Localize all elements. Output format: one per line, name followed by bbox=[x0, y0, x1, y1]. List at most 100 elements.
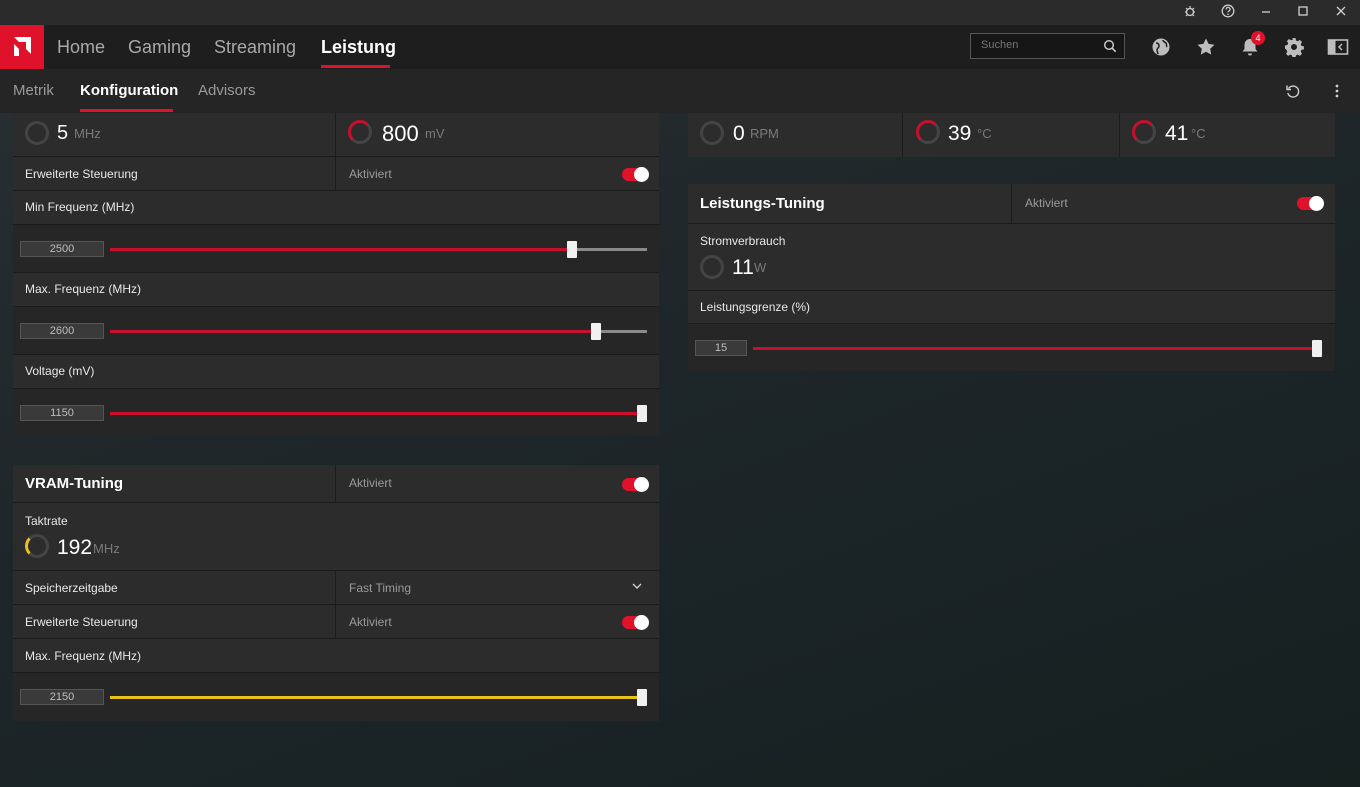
globe-icon[interactable] bbox=[1151, 37, 1173, 59]
help-icon[interactable] bbox=[1219, 4, 1237, 22]
slider-fill bbox=[110, 412, 647, 415]
slider-fill bbox=[753, 347, 1322, 350]
vram-clock-label: Taktrate bbox=[25, 514, 68, 528]
tab-home[interactable]: Home bbox=[57, 37, 105, 58]
advanced-control-row: Erweiterte Steuerung Aktiviert bbox=[13, 157, 659, 191]
vram-max-frequency-input[interactable]: 2150 bbox=[20, 689, 104, 705]
clock-unit: MHz bbox=[74, 126, 101, 141]
divider bbox=[335, 465, 336, 503]
tab-konfiguration[interactable]: Konfiguration bbox=[80, 82, 178, 99]
power-toggle[interactable] bbox=[1297, 196, 1324, 211]
vram-max-frequency-slider[interactable] bbox=[110, 689, 647, 706]
tab-leistung[interactable]: Leistung bbox=[321, 37, 396, 58]
chevron-down-icon[interactable] bbox=[631, 580, 643, 595]
tab-gaming[interactable]: Gaming bbox=[128, 37, 191, 58]
voltage-label-row: Voltage (mV) bbox=[13, 355, 659, 389]
memory-timing-row: Speicherzeitgabe Fast Timing bbox=[13, 571, 659, 605]
title-bar bbox=[0, 0, 1360, 25]
advanced-control-label: Erweiterte Steuerung bbox=[25, 167, 138, 181]
tab-streaming[interactable]: Streaming bbox=[214, 37, 296, 58]
maximize-icon[interactable] bbox=[1294, 4, 1312, 22]
toggle-knob bbox=[634, 615, 649, 630]
divider bbox=[1011, 184, 1012, 224]
min-frequency-input[interactable]: 2500 bbox=[20, 241, 104, 257]
power-consumption-value: 11 bbox=[732, 256, 754, 279]
tab-metrik[interactable]: Metrik bbox=[13, 82, 54, 99]
active-tab-indicator bbox=[321, 65, 390, 68]
slider-thumb[interactable] bbox=[1312, 340, 1322, 357]
voltage-slider-row: 1150 bbox=[13, 389, 659, 436]
power-tuning-panel: Leistungs-Tuning Aktiviert Stromverbrauc… bbox=[688, 184, 1335, 371]
reset-icon[interactable] bbox=[1285, 83, 1301, 104]
divider bbox=[335, 157, 336, 191]
voltage-gauge bbox=[348, 120, 372, 144]
slider-thumb[interactable] bbox=[637, 405, 647, 422]
top-nav: Home Gaming Streaming Leistung 4 bbox=[0, 25, 1360, 69]
power-consumption-label: Stromverbrauch bbox=[700, 234, 786, 248]
fan-rpm-value: 0 bbox=[733, 122, 745, 145]
power-limit-slider[interactable] bbox=[753, 340, 1322, 357]
vram-advanced-control-label: Erweiterte Steuerung bbox=[25, 615, 138, 629]
amd-logo[interactable] bbox=[0, 25, 44, 69]
tab-advisors[interactable]: Advisors bbox=[198, 82, 256, 99]
search-box[interactable] bbox=[970, 33, 1125, 59]
advanced-control-toggle[interactable] bbox=[622, 167, 649, 182]
min-frequency-label-row: Min Frequenz (MHz) bbox=[13, 191, 659, 225]
hotspot-gauge bbox=[1132, 120, 1156, 144]
toggle-knob bbox=[1309, 196, 1324, 211]
voltage-input[interactable]: 1150 bbox=[20, 405, 104, 421]
slider-fill bbox=[110, 696, 647, 699]
sub-nav: Metrik Konfiguration Advisors bbox=[0, 69, 1360, 113]
gear-icon[interactable] bbox=[1284, 37, 1306, 59]
vram-tuning-panel: VRAM-Tuning Aktiviert Taktrate 192 MHz S… bbox=[13, 465, 659, 721]
max-frequency-label: Max. Frequenz (MHz) bbox=[25, 282, 142, 296]
vram-clock-row: Taktrate 192 MHz bbox=[13, 503, 659, 571]
vram-advanced-control-row: Erweiterte Steuerung Aktiviert bbox=[13, 605, 659, 639]
max-frequency-input[interactable]: 2600 bbox=[20, 323, 104, 339]
voltage-label: Voltage (mV) bbox=[25, 364, 95, 378]
fan-gauge bbox=[700, 121, 724, 145]
min-frequency-slider[interactable] bbox=[110, 241, 647, 258]
divider bbox=[335, 113, 336, 157]
active-subtab-indicator bbox=[80, 109, 173, 112]
max-frequency-slider[interactable] bbox=[110, 323, 647, 340]
temperature-value: 39 bbox=[948, 122, 972, 145]
advanced-control-state: Aktiviert bbox=[349, 167, 392, 181]
voltage-unit: mV bbox=[425, 126, 445, 141]
slider-thumb[interactable] bbox=[567, 241, 577, 258]
max-frequency-slider-row: 2600 bbox=[13, 307, 659, 355]
divider bbox=[1119, 113, 1120, 157]
slider-thumb[interactable] bbox=[591, 323, 601, 340]
hotspot-value: 41 bbox=[1165, 122, 1189, 145]
more-options-icon[interactable] bbox=[1332, 83, 1342, 104]
memory-timing-select[interactable]: Fast Timing bbox=[349, 581, 411, 595]
slider-fill bbox=[110, 248, 572, 251]
vram-header-row: VRAM-Tuning Aktiviert bbox=[13, 465, 659, 503]
vram-max-frequency-label-row: Max. Frequenz (MHz) bbox=[13, 639, 659, 673]
search-input[interactable] bbox=[979, 38, 1103, 52]
gpu-tuning-panel: 5 MHz 800 mV Erweiterte Steuerung Aktivi… bbox=[13, 113, 659, 436]
sidebar-toggle-icon[interactable] bbox=[1327, 37, 1349, 59]
vram-max-frequency-slider-row: 2150 bbox=[13, 673, 659, 721]
clock-gauge bbox=[25, 121, 49, 145]
voltage-slider[interactable] bbox=[110, 405, 647, 422]
star-icon[interactable] bbox=[1196, 37, 1218, 59]
vram-toggle[interactable] bbox=[622, 477, 649, 492]
min-frequency-label: Min Frequenz (MHz) bbox=[25, 200, 135, 214]
vram-clock-value: 192 bbox=[57, 536, 93, 559]
divider bbox=[335, 571, 336, 605]
bug-icon[interactable] bbox=[1181, 4, 1199, 22]
search-icon[interactable] bbox=[1103, 39, 1117, 53]
power-limit-input[interactable]: 15 bbox=[695, 340, 747, 356]
minimize-icon[interactable] bbox=[1257, 4, 1275, 22]
vram-advanced-control-toggle[interactable] bbox=[622, 615, 649, 630]
power-header-row: Leistungs-Tuning Aktiviert bbox=[688, 184, 1335, 224]
hotspot-unit: °C bbox=[1191, 126, 1206, 141]
power-consumption-row: Stromverbrauch 11 W bbox=[688, 224, 1335, 291]
power-limit-label-row: Leistungsgrenze (%) bbox=[688, 291, 1335, 324]
divider bbox=[335, 605, 336, 639]
power-title: Leistungs-Tuning bbox=[700, 195, 825, 212]
slider-thumb[interactable] bbox=[637, 689, 647, 706]
slider-fill bbox=[110, 330, 596, 333]
close-icon[interactable] bbox=[1332, 4, 1350, 22]
